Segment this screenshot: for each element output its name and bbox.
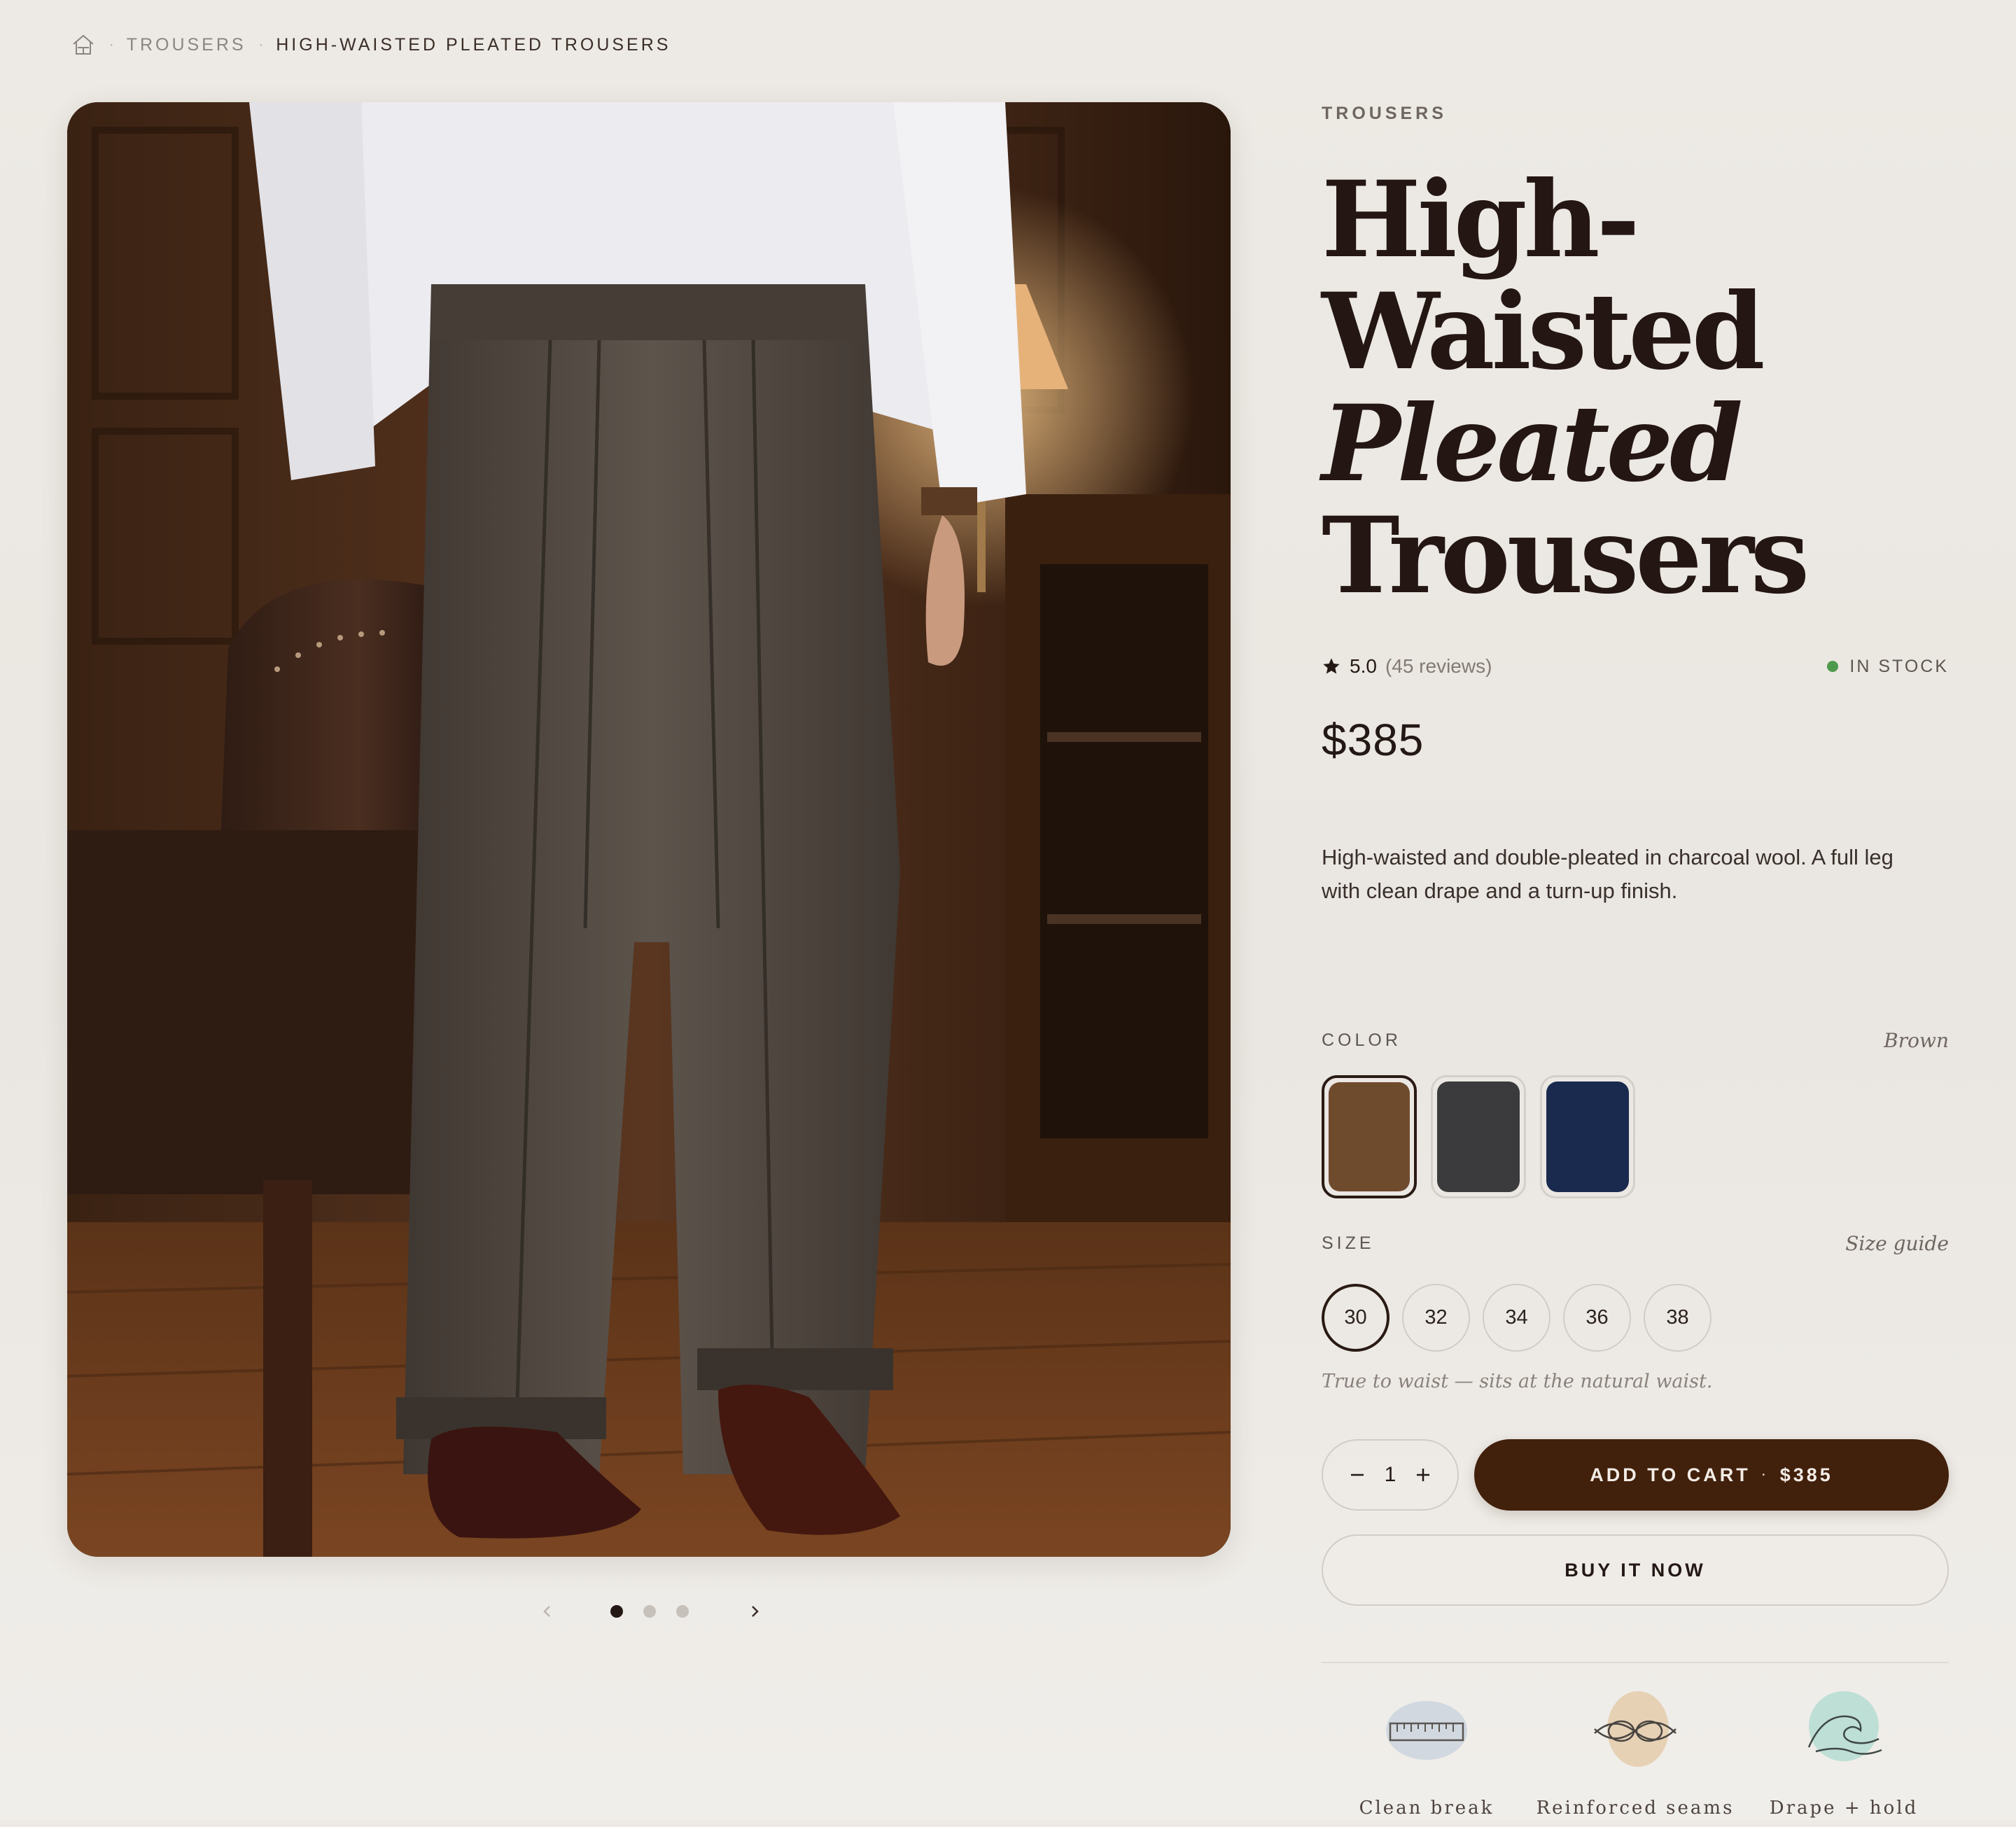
minus-icon[interactable]	[1345, 1463, 1369, 1487]
knot-icon	[1594, 1691, 1676, 1767]
swatch-color	[1546, 1082, 1629, 1192]
rating[interactable]: 5.0 (45 reviews)	[1322, 655, 1492, 678]
product-title: High- Waisted Pleated Trousers	[1322, 164, 1949, 612]
home-icon[interactable]	[70, 31, 97, 58]
title-line: Trousers	[1322, 494, 1809, 617]
fit-note: True to waist — sits at the natural wais…	[1322, 1371, 1713, 1392]
tape-measure-icon	[1386, 1701, 1467, 1760]
feature-list: Clean break Reinforced seams Drape + hol…	[1322, 1687, 1949, 1827]
size-options: 30 32 34 36 38	[1322, 1284, 1712, 1352]
swatch-color	[1437, 1082, 1520, 1192]
carousel-dots	[610, 1605, 689, 1618]
wave-icon	[1807, 1691, 1882, 1761]
add-to-cart-button[interactable]: ADD TO CART · $385	[1474, 1439, 1949, 1511]
feature-drape-hold: Drape + hold	[1739, 1687, 1949, 1819]
size-guide-link[interactable]: Size guide	[1845, 1232, 1949, 1255]
carousel-dot-2[interactable]	[643, 1605, 656, 1618]
breadcrumb: · TROUSERS · HIGH-WAISTED PLEATED TROUSE…	[70, 32, 671, 57]
add-to-cart-separator: ·	[1761, 1467, 1769, 1482]
color-header: COLOR Brown	[1322, 1026, 1949, 1054]
breadcrumb-category[interactable]: TROUSERS	[127, 35, 246, 55]
size-label: SIZE	[1322, 1233, 1375, 1253]
chevron-left-icon[interactable]	[533, 1597, 561, 1625]
divider	[1322, 1662, 1949, 1663]
feature-clean-break: Clean break	[1322, 1687, 1532, 1819]
breadcrumb-current: HIGH-WAISTED PLEATED TROUSERS	[276, 34, 671, 55]
breadcrumb-separator: ·	[258, 36, 264, 52]
size-option-34[interactable]: 34	[1483, 1284, 1550, 1352]
title-line: High-	[1322, 158, 1640, 281]
product-description: High-waisted and double-pleated in charc…	[1322, 845, 1893, 903]
feature-reinforced-seams: Reinforced seams	[1530, 1687, 1740, 1819]
breadcrumb-separator: ·	[109, 36, 114, 52]
size-option-30[interactable]: 30	[1322, 1284, 1390, 1352]
swatch-charcoal[interactable]	[1431, 1075, 1526, 1198]
title-line: Waisted	[1322, 270, 1765, 393]
purchase-row: 1 ADD TO CART · $385	[1322, 1439, 1949, 1511]
product-details: TROUSERS High- Waisted Pleated Trousers …	[1322, 98, 1949, 1819]
selected-color-name: Brown	[1884, 1028, 1949, 1052]
add-to-cart-label: ADD TO CART	[1590, 1464, 1751, 1485]
swatch-brown[interactable]	[1322, 1075, 1417, 1198]
product-image[interactable]	[67, 102, 1231, 1557]
feature-label: Reinforced seams	[1536, 1798, 1735, 1819]
star-icon	[1323, 658, 1340, 674]
add-to-cart-price: $385	[1779, 1464, 1833, 1485]
carousel-dot-1[interactable]	[610, 1605, 623, 1618]
quantity-value[interactable]: 1	[1385, 1463, 1396, 1487]
plus-icon[interactable]	[1411, 1463, 1435, 1487]
size-option-38[interactable]: 38	[1644, 1284, 1712, 1352]
color-label: COLOR	[1322, 1030, 1401, 1050]
color-swatches	[1322, 1075, 1635, 1198]
stock-status: IN STOCK	[1827, 657, 1949, 677]
title-line-italic: Pleated	[1322, 382, 1743, 505]
buy-now-button[interactable]: BUY IT NOW	[1322, 1534, 1949, 1606]
swatch-navy[interactable]	[1540, 1075, 1635, 1198]
quantity-stepper: 1	[1322, 1439, 1459, 1511]
swatch-color	[1329, 1082, 1410, 1191]
chevron-right-icon[interactable]	[741, 1597, 769, 1625]
image-carousel-controls	[532, 1597, 770, 1625]
review-count[interactable]: (45 reviews)	[1385, 655, 1492, 678]
feature-label: Clean break	[1359, 1798, 1494, 1819]
carousel-dot-3[interactable]	[676, 1605, 689, 1618]
size-option-36[interactable]: 36	[1563, 1284, 1631, 1352]
rating-score: 5.0	[1350, 655, 1377, 677]
product-price: $385	[1322, 715, 1424, 765]
product-category[interactable]: TROUSERS	[1322, 104, 1949, 129]
size-option-32[interactable]: 32	[1402, 1284, 1470, 1352]
feature-label: Drape + hold	[1769, 1798, 1919, 1819]
stock-label: IN STOCK	[1849, 656, 1949, 676]
rating-stock-row: 5.0 (45 reviews) IN STOCK	[1322, 652, 1949, 680]
size-header: SIZE Size guide	[1322, 1229, 1949, 1257]
in-stock-dot-icon	[1827, 661, 1839, 672]
